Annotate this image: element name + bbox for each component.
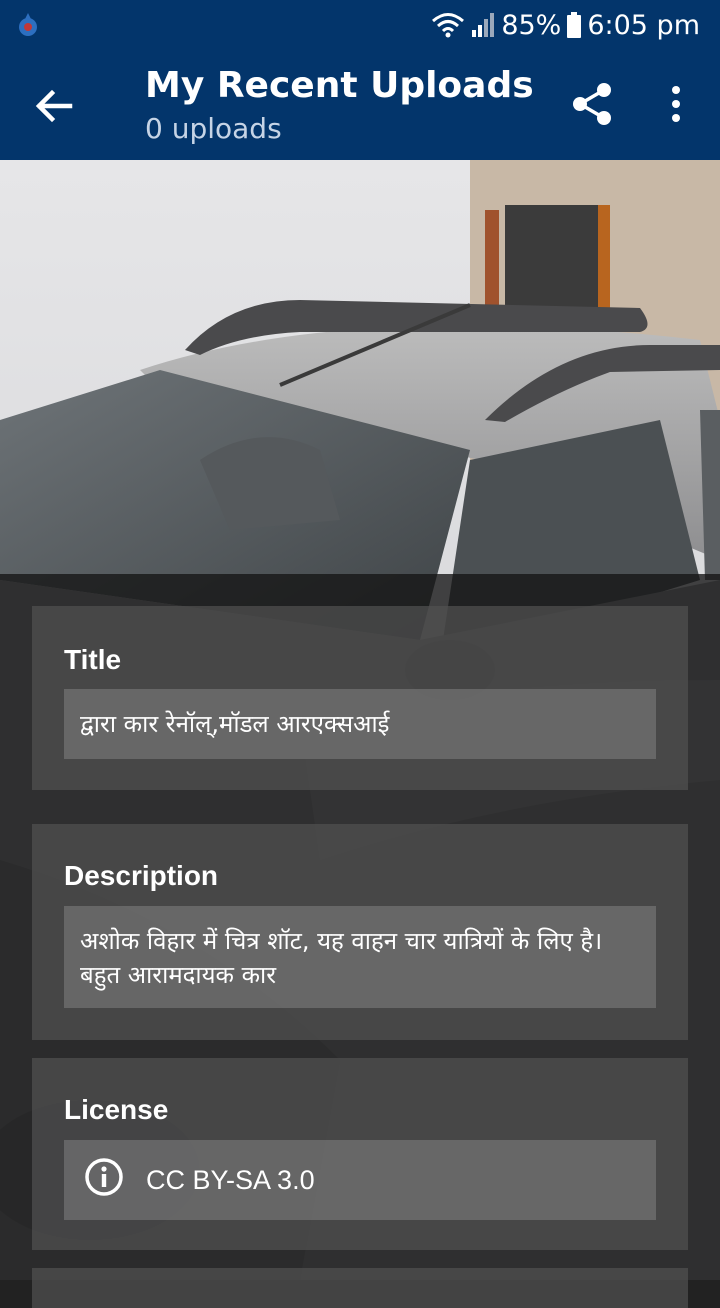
app-notification-icon — [17, 12, 39, 42]
license-field[interactable]: CC BY-SA 3.0 — [64, 1140, 656, 1220]
license-label: License — [64, 1094, 169, 1125]
status-bar: 85% 6:05 pm — [0, 0, 720, 50]
description-card: Description अशोक विहार में चित्र शॉट, यह… — [32, 824, 688, 1040]
license-card: License CC BY-SA 3.0 — [32, 1058, 688, 1250]
license-value: CC BY-SA 3.0 — [146, 1164, 315, 1195]
app-bar: My Recent Uploads 0 uploads — [0, 50, 720, 160]
app-bar-titles: My Recent Uploads 0 uploads — [145, 64, 534, 148]
wifi-icon — [431, 12, 465, 38]
page-title: My Recent Uploads — [145, 65, 534, 106]
more-vert-icon[interactable] — [656, 80, 696, 128]
title-label: Title — [64, 644, 122, 675]
title-card: Title द्वारा कार रेनॉल्,मॉडल आरएक्सआई — [32, 606, 688, 790]
description-label: Description — [64, 860, 219, 891]
share-icon[interactable] — [568, 80, 616, 128]
info-icon — [84, 1157, 124, 1203]
signal-icon — [471, 12, 495, 38]
battery-icon — [567, 12, 582, 38]
description-field[interactable]: अशोक विहार में चित्र शॉट, यह वाहन चार या… — [64, 906, 656, 1008]
clock: 6:05 pm — [587, 9, 700, 41]
title-field[interactable]: द्वारा कार रेनॉल्,मॉडल आरएक्सआई — [64, 689, 656, 759]
back-arrow-icon[interactable] — [30, 82, 78, 130]
upload-count: 0 uploads — [145, 112, 282, 145]
next-card — [32, 1268, 688, 1308]
battery-percent: 85% — [501, 9, 562, 41]
